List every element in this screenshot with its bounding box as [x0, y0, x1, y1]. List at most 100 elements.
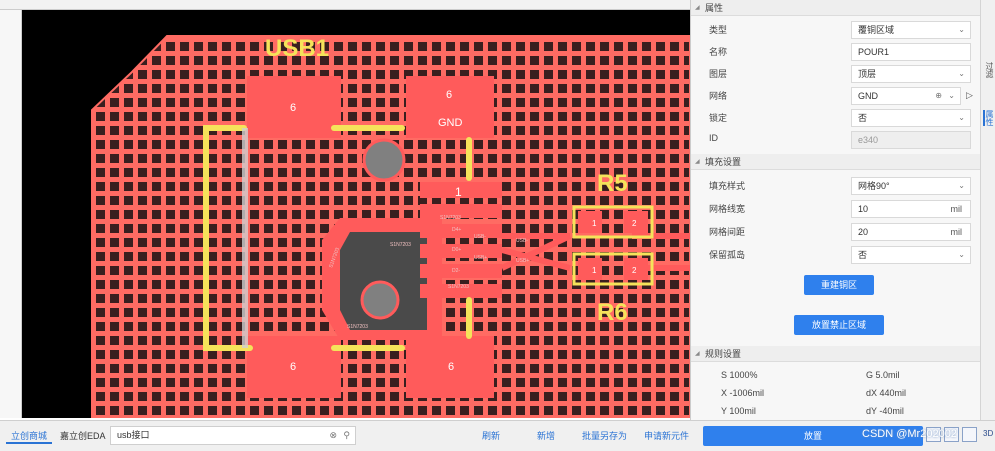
net-label: USB+: [516, 258, 529, 264]
lock-value: 否: [858, 113, 868, 123]
tab-filter[interactable]: 过滤: [983, 62, 994, 78]
fill-label: 保留孤岛: [709, 250, 746, 260]
grid-width-value: 10: [858, 204, 869, 214]
prop-label: 类型: [709, 25, 728, 35]
stat-dy: dY -40mil: [866, 406, 904, 416]
tab-properties[interactable]: 属性: [983, 110, 994, 126]
id-field: e340: [851, 131, 971, 149]
crosshair-icon[interactable]: ⊕: [935, 88, 942, 104]
net-label: D2-: [452, 268, 460, 274]
fill-label: 填充样式: [709, 181, 746, 191]
net-label: USB-: [516, 238, 528, 244]
net-value: GND: [858, 91, 878, 101]
keep-island-select[interactable]: 否 ⌄: [851, 246, 971, 264]
pcb-drawing: USB1 R5 R6 6 6 GND 6 6 1 S1N7203 S1N7203…: [91, 35, 690, 418]
stat-scale: S 1000%: [721, 370, 758, 380]
net-label: USB-: [474, 234, 486, 240]
net-label: D0+: [452, 247, 461, 253]
net-label: S1N7203: [347, 324, 368, 330]
stat-grid: G 5.0mil: [866, 370, 900, 380]
tab-jlceda[interactable]: 嘉立创EDA: [55, 428, 111, 444]
net-label: S1N7203: [448, 284, 469, 290]
r-pad-label: 1: [592, 266, 597, 275]
batch-save-button[interactable]: 批量另存为: [582, 429, 627, 442]
grid-spacing-value: 20: [858, 227, 869, 237]
lock-select[interactable]: 否 ⌄: [851, 109, 971, 127]
chevron-down-icon: ⌄: [958, 25, 965, 34]
library-search-input[interactable]: usb接口 ⊗ ⚲: [110, 426, 356, 445]
add-button[interactable]: 新增: [537, 429, 555, 442]
designator-r6: R6: [597, 299, 628, 326]
fill-label: 网格线宽: [709, 204, 746, 214]
chevron-down-icon: ⌄: [958, 113, 965, 122]
pad-label: 6: [290, 102, 296, 114]
pad-label: GND: [438, 117, 463, 129]
id-value: e340: [858, 135, 879, 145]
prop-row-name: 名称 POUR1: [691, 41, 980, 63]
3d-view-button[interactable]: 3D: [983, 429, 993, 438]
layer-select[interactable]: 顶层 ⌄: [851, 65, 971, 83]
keep-island-value: 否: [858, 250, 868, 260]
unit-label: mil: [950, 204, 963, 214]
fill-style-select[interactable]: 网格90° ⌄: [851, 177, 971, 195]
chevron-down-icon: ⌄: [948, 91, 955, 100]
fill-label: 网格间距: [709, 227, 746, 237]
search-icon[interactable]: ⚲: [343, 427, 350, 444]
fill-row-spacing: 网格间距 20 mil: [691, 221, 980, 243]
fill-style-value: 网格90°: [858, 181, 890, 191]
net-label: USB+: [474, 255, 487, 261]
net-select[interactable]: GND ⊕ ⌄: [851, 87, 961, 105]
fill-row-width: 网格线宽 10 mil: [691, 198, 980, 220]
via: [360, 280, 400, 320]
rebuild-pour-button[interactable]: 重建铜区: [804, 275, 874, 295]
pin1-label: 1: [455, 185, 462, 199]
net-label: S1N7203: [390, 242, 411, 248]
prop-row-type: 类型 覆铜区域 ⌄: [691, 19, 980, 41]
section-properties[interactable]: 属性: [691, 0, 980, 16]
place-keepout-button[interactable]: 放置禁止区域: [794, 315, 884, 335]
refresh-button[interactable]: 刷新: [482, 429, 500, 442]
name-input[interactable]: POUR1: [851, 43, 971, 61]
r-pad-label: 1: [592, 219, 597, 228]
name-value: POUR1: [858, 47, 890, 57]
library-bar: 立创商城 嘉立创EDA usb接口 ⊗ ⚲ 刷新 新增 批量另存为 申请新元件 …: [0, 420, 995, 451]
clear-icon[interactable]: ⊗: [329, 427, 337, 444]
side-tab-bar: 过滤 属性: [980, 0, 995, 420]
pointer-icon[interactable]: ▷: [966, 90, 973, 101]
left-ruler: [0, 10, 22, 418]
prop-label: ID: [709, 133, 718, 143]
chevron-down-icon: ⌄: [958, 250, 965, 259]
tab-lcsc[interactable]: 立创商城: [6, 428, 53, 444]
prop-label: 名称: [709, 47, 728, 57]
stat-dx: dX 440mil: [866, 388, 907, 398]
section-fill[interactable]: 填充设置: [691, 154, 980, 170]
top-ruler: [0, 0, 690, 10]
prop-row-lock: 锁定 否 ⌄: [691, 107, 980, 129]
prop-label: 网络: [709, 91, 728, 101]
prop-label: 锁定: [709, 113, 728, 123]
fill-row-style: 填充样式 网格90° ⌄: [691, 175, 980, 197]
prop-row-layer: 图层 顶层 ⌄: [691, 63, 980, 85]
search-value: usb接口: [117, 430, 150, 440]
type-value: 覆铜区域: [858, 25, 895, 35]
r-pad-label: 2: [632, 266, 637, 275]
stat-x: X -1006mil: [721, 388, 765, 398]
r-pad-label: 2: [632, 219, 637, 228]
net-label: D4+: [452, 227, 461, 233]
pcb-canvas[interactable]: USB1 R5 R6 6 6 GND 6 6 1 S1N7203 S1N7203…: [22, 10, 690, 418]
type-select[interactable]: 覆铜区域 ⌄: [851, 21, 971, 39]
grid-width-input[interactable]: 10 mil: [851, 200, 971, 218]
stat-y: Y 100mil: [721, 406, 756, 416]
designator-r5: R5: [597, 170, 628, 197]
via: [362, 138, 406, 182]
prop-row-id: ID e340: [691, 129, 980, 151]
net-label: S1N7203: [440, 215, 461, 221]
section-rules[interactable]: 规则设置: [691, 346, 980, 362]
pad-label: 6: [290, 361, 296, 373]
prop-label: 图层: [709, 69, 728, 79]
request-component-button[interactable]: 申请新元件: [644, 429, 689, 442]
property-panel: 属性 类型 覆铜区域 ⌄ 名称 POUR1 图层 顶层 ⌄ 网络 GND ⊕ ⌄ ▷ 锁…: [690, 0, 980, 420]
chevron-down-icon: ⌄: [958, 181, 965, 190]
view-toggle-button[interactable]: [962, 427, 977, 442]
grid-spacing-input[interactable]: 20 mil: [851, 223, 971, 241]
